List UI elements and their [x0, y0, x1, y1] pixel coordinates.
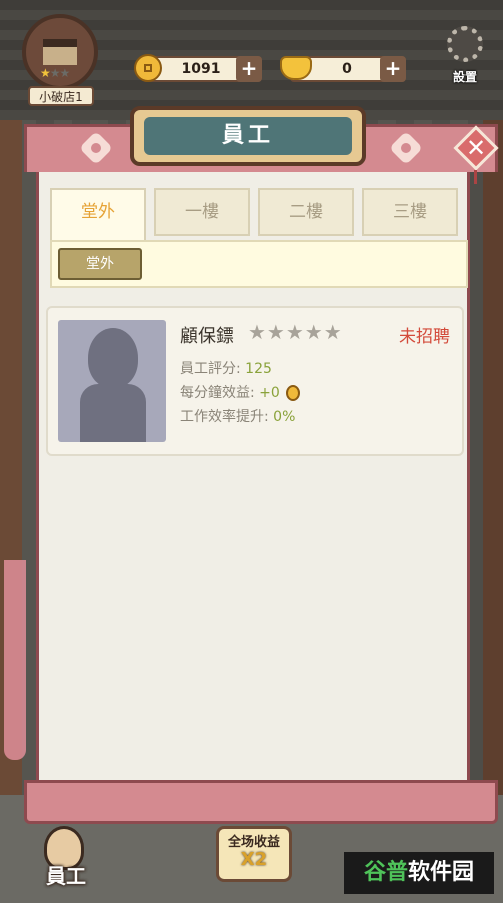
staff-status-badge: 未招聘: [399, 327, 450, 347]
staff-income-value: +0: [259, 385, 280, 401]
staff-income-row: 每分鐘效益: +0: [180, 382, 301, 402]
income-boost-button[interactable]: 全场收益 X2: [216, 826, 292, 882]
staff-name: 顧保鏢: [180, 326, 234, 347]
staff-card[interactable]: 顧保鏢 ★★★★★ 未招聘 員工評分: 125 每分鐘效益: +0 工作效率提升…: [46, 306, 464, 456]
gold-ingot-icon: [280, 56, 312, 80]
shop-star-rating: ★★★: [40, 66, 71, 80]
staff-efficiency-label: 工作效率提升:: [180, 409, 269, 425]
silhouette-body: [80, 384, 146, 442]
copper-coin-icon: [286, 385, 301, 401]
staff-star-rating: ★★★★★: [248, 320, 343, 344]
flower-ornament-icon: [78, 130, 114, 166]
shop-house-icon: [43, 39, 77, 65]
settings-button[interactable]: 設置: [440, 26, 490, 86]
watermark-part2: 软件园: [408, 860, 475, 885]
star-empty-icon: ★: [59, 66, 71, 80]
staff-rating-value: 125: [245, 361, 272, 377]
star-empty-icon: ★: [49, 66, 61, 80]
close-icon: ✕: [465, 134, 487, 162]
add-ingots-button[interactable]: +: [380, 56, 406, 82]
watermark-logo: 谷普软件园: [344, 852, 494, 894]
close-button[interactable]: ✕: [453, 125, 499, 184]
copper-coin-icon: [134, 54, 162, 82]
boost-multiplier: X2: [240, 849, 268, 870]
staff-menu-button[interactable]: 員工: [28, 826, 108, 896]
coin-counter: 1091 +: [134, 54, 262, 82]
staff-efficiency-value: 0%: [273, 409, 296, 425]
panel-footer: [24, 780, 498, 824]
tab-floor-1[interactable]: 一樓: [154, 188, 250, 236]
tab-floor-3[interactable]: 三樓: [362, 188, 458, 236]
settings-label: 設置: [452, 70, 477, 84]
panel-title: 員工: [144, 117, 352, 155]
panel-title-plaque: 員工: [130, 106, 366, 166]
subtab-bar: 堂外: [50, 240, 468, 288]
staff-portrait-silhouette: [58, 320, 166, 442]
silhouette-head: [88, 328, 138, 388]
boost-label: 全场收益: [227, 835, 280, 850]
background-right-post: [483, 120, 503, 800]
tab-outside[interactable]: 堂外: [50, 188, 146, 240]
coin-value: 1091: [181, 61, 221, 77]
background-curtain: [4, 560, 26, 760]
tassel-stem: [474, 170, 477, 184]
staff-menu-label: 員工: [46, 864, 86, 888]
star-filled-icon: ★: [40, 66, 51, 80]
subtab-outside[interactable]: 堂外: [58, 248, 142, 280]
staff-rating-label: 員工評分:: [180, 361, 241, 377]
ingot-value: 0: [342, 61, 352, 77]
ingot-counter: 0 +: [280, 56, 406, 82]
flower-ornament-icon: [388, 130, 424, 166]
shop-name-label: 小破店1: [28, 86, 94, 106]
tab-floor-2[interactable]: 二樓: [258, 188, 354, 236]
staff-efficiency-row: 工作效率提升: 0%: [180, 406, 295, 426]
add-coins-button[interactable]: +: [236, 56, 262, 82]
watermark-part1: 谷普: [363, 860, 408, 885]
staff-income-label: 每分鐘效益:: [180, 385, 255, 401]
staff-rating-row: 員工評分: 125: [180, 358, 272, 378]
gear-icon: [447, 26, 483, 62]
